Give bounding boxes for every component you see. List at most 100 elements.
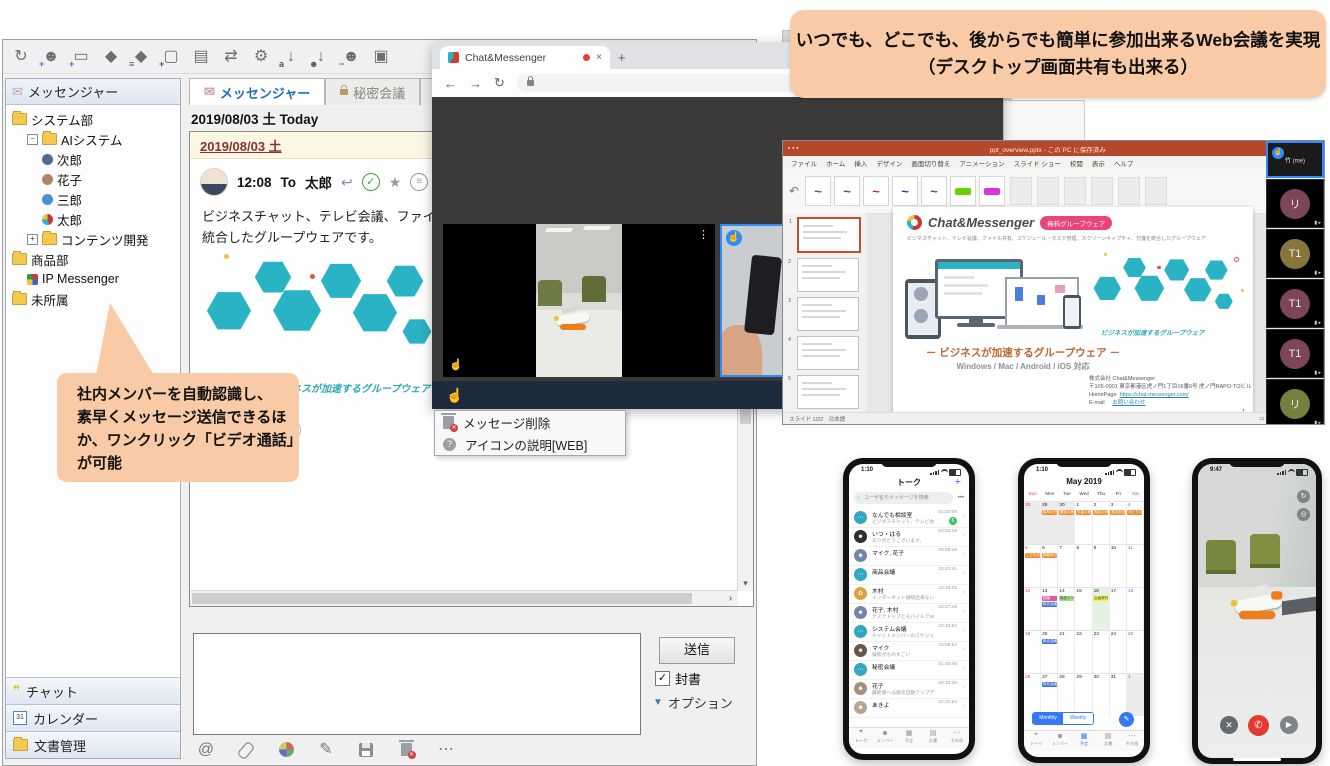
calendar-cell-1[interactable]: 1天皇の即位... [1075,502,1092,544]
highlighter-swatch[interactable] [979,176,1005,206]
calendar-cell-15[interactable]: 15 [1075,588,1092,630]
video-conference-icon[interactable]: ▣ [371,47,391,67]
phone-tab-その他[interactable]: ⋯その他 [1120,731,1144,751]
chat-list-item[interactable]: ☻いつ・はるありがとうございます。10:03:19› [849,527,969,547]
hangup-button[interactable]: ✆ [1248,715,1269,736]
ribbon-group-button[interactable] [1145,177,1167,205]
add-user-icon[interactable]: ☻+ [41,47,61,67]
tree-expander-icon[interactable]: + [27,234,38,245]
ribbon-tab-アニメーション[interactable]: アニメーション [959,158,1004,168]
calendar-cell-23[interactable]: 23 [1093,631,1110,673]
phone-tab-トーク[interactable]: ❞トーク [1024,731,1048,751]
video-tile-3[interactable]: ⋮ [622,224,715,377]
ribbon-tab-校閲[interactable]: 校閲 [1070,158,1083,168]
calendar-cell-24[interactable]: 24 [1110,631,1127,673]
participant-tile-1[interactable]: リ▮ ▸ [1266,179,1324,228]
pen-style-swatch[interactable]: ~ [863,176,889,206]
contact-link[interactable]: お問い合わせ [1112,400,1145,406]
chat-list-item[interactable]: ☻花子最新版へは順次自動アップデートが...00:18:36› [849,679,969,699]
accordion-カレンダー[interactable]: 31カレンダー [6,704,180,731]
mention-icon[interactable]: @ [197,741,215,759]
calendar-cell-21[interactable]: 21 [1058,631,1075,673]
calendar-cell-19[interactable]: 19 [1024,631,1041,673]
message-input[interactable] [193,633,641,735]
memo-edit-icon[interactable]: ✎ [317,741,335,759]
screen-capture-icon[interactable]: ▢+ [161,47,181,67]
seal-checkbox[interactable]: ✓ [655,671,670,686]
calendar-cell-7[interactable]: 7 [1058,545,1075,587]
phone-search-input[interactable]: ユーザ名やメッセージを検索 [854,492,953,504]
tab-close-icon[interactable]: × [596,52,602,63]
calendar-cell-27[interactable]: 27商品会議 [1041,674,1058,716]
phone-tab-その他[interactable]: ⋯その他 [945,728,969,748]
calendar-cell-20[interactable]: 20商品会議 [1041,631,1058,673]
calendar-cell-1[interactable]: 1 [1127,674,1144,716]
sidebar-header[interactable]: ✉ メッセンジャー [6,79,180,105]
chat-list-item[interactable]: ☻あきよ22:31:54› [849,698,969,718]
more-icon[interactable]: ⋯ [437,741,455,759]
palette-icon[interactable] [277,741,295,759]
chat-list-item[interactable]: ✿木村インターネット接続出来ない環境で...23:18:22› [849,584,969,604]
calendar-cell-28[interactable]: 28 [1024,502,1041,544]
delete-trash-icon[interactable]: ✕ [397,741,415,759]
calendar-cell-29[interactable]: 29 [1075,674,1092,716]
ribbon-group-button[interactable] [1010,177,1032,205]
chat-list-item[interactable]: ☻マイク, 花子00:58:49› [849,546,969,566]
refresh-icon[interactable]: ⇄ [221,47,241,67]
ribbon-tab-ホーム[interactable]: ホーム [826,158,845,168]
slide-thumbnail-3[interactable]: 3 [797,297,859,331]
slide-thumbnail-1[interactable]: 1 [797,217,861,253]
calendar-cell-26[interactable]: 26 [1024,674,1041,716]
scroll-right-arrow[interactable]: › [723,591,738,606]
participant-tile-5[interactable]: リ▮ ▸ [1266,379,1324,425]
calendar-cell-18[interactable]: 18 [1127,588,1144,630]
ribbon-tab-挿入[interactable]: 挿入 [854,158,867,168]
ribbon-tab-ファイル[interactable]: ファイル [791,158,817,168]
pen-style-swatch[interactable]: ~ [921,176,947,206]
slide-thumbnail-4[interactable]: 4 [797,336,859,370]
sidebar-item-太郎[interactable]: 太郎 [6,209,180,229]
attachment-clip-icon[interactable] [237,741,255,759]
reply-icon[interactable]: ↩ [341,174,353,191]
read-check-icon[interactable]: ✓ [362,173,380,191]
tile-menu-icon[interactable]: ⋮ [698,228,709,241]
ribbon-tab-ヘルプ[interactable]: ヘルプ [1114,158,1134,168]
tag-icon[interactable]: ◆ [101,47,121,67]
back-icon[interactable]: ← [444,76,457,91]
tag-list-icon[interactable]: ◆≡ [131,47,151,67]
calendar-cell-30[interactable]: 30 [1093,674,1110,716]
sidebar-item-商品部[interactable]: 商品部 [6,249,180,269]
sidebar-item-花子[interactable]: 花子 [6,169,180,189]
tab-秘密会議[interactable]: 秘密会議 [325,78,420,105]
video-tile-1[interactable]: ☝ [443,224,536,377]
chat-list-item[interactable]: ⋯システム会議チャットメンバーのスケジュールを...23:16:52› [849,622,969,642]
participant-tile-3[interactable]: T1▮ ▸ [1266,279,1324,328]
ribbon-group-button[interactable] [1037,177,1059,205]
highlighter-swatch[interactable] [950,176,976,206]
camera-button[interactable]: ▶ [1280,716,1298,734]
calendar-cell-8[interactable]: 8 [1075,545,1092,587]
sidebar-item-IP Messenger[interactable]: IP Messenger [6,269,180,289]
save-icon[interactable] [357,741,375,759]
calendar-cell-4[interactable]: 4みどりの日 [1127,502,1144,544]
send-button[interactable]: 送信 [659,637,735,664]
sidebar-item-システム部[interactable]: システム部 [6,109,180,129]
ribbon-group-button[interactable] [1118,177,1140,205]
search-more-button[interactable]: ••• [958,495,964,501]
reload-icon[interactable]: ↻ [494,75,505,91]
video-tile-2[interactable] [536,224,622,377]
calendar-cell-5[interactable]: 5こどもの日 [1024,545,1041,587]
calendar-cell-6[interactable]: 6振替休日 [1041,545,1058,587]
folder-open-icon[interactable]: ▤ [191,47,211,67]
calendar-cell-28[interactable]: 28 [1058,674,1075,716]
calendar-cell-14[interactable]: 14商品ミーテ... [1058,588,1075,630]
calendar-cell-10[interactable]: 10 [1110,545,1127,587]
chat-list-item[interactable]: ☻マイク検索がものすごい23:09:54› [849,641,969,661]
slide-thumbnail-2[interactable]: 2 [797,258,859,292]
context-menu-item[interactable]: ?アイコンの説明[WEB] [435,433,625,455]
phone-tab-文書[interactable]: ▤文書 [1096,731,1120,751]
calendar-cell-31[interactable]: 31 [1110,674,1127,716]
new-chat-plus-button[interactable]: + [955,476,961,488]
sidebar-item-三郎[interactable]: 三郎 [6,189,180,209]
calendar-cell-13[interactable]: 13会議商品会議 [1041,588,1058,630]
